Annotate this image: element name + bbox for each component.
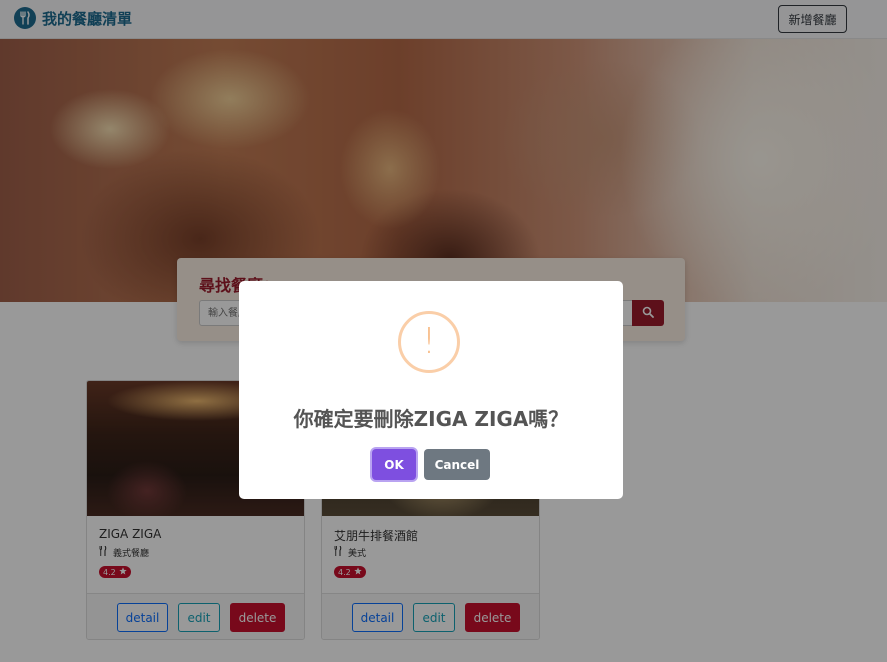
warning-icon: ! [398, 311, 460, 373]
cancel-button[interactable]: Cancel [424, 449, 490, 480]
warning-mark: ! [421, 321, 437, 362]
confirm-delete-dialog: ! 你確定要刪除ZIGA ZIGA嗎？ OK Cancel [239, 281, 623, 499]
ok-button[interactable]: OK [372, 449, 416, 480]
dialog-title: 你確定要刪除ZIGA ZIGA嗎？ [293, 407, 569, 431]
